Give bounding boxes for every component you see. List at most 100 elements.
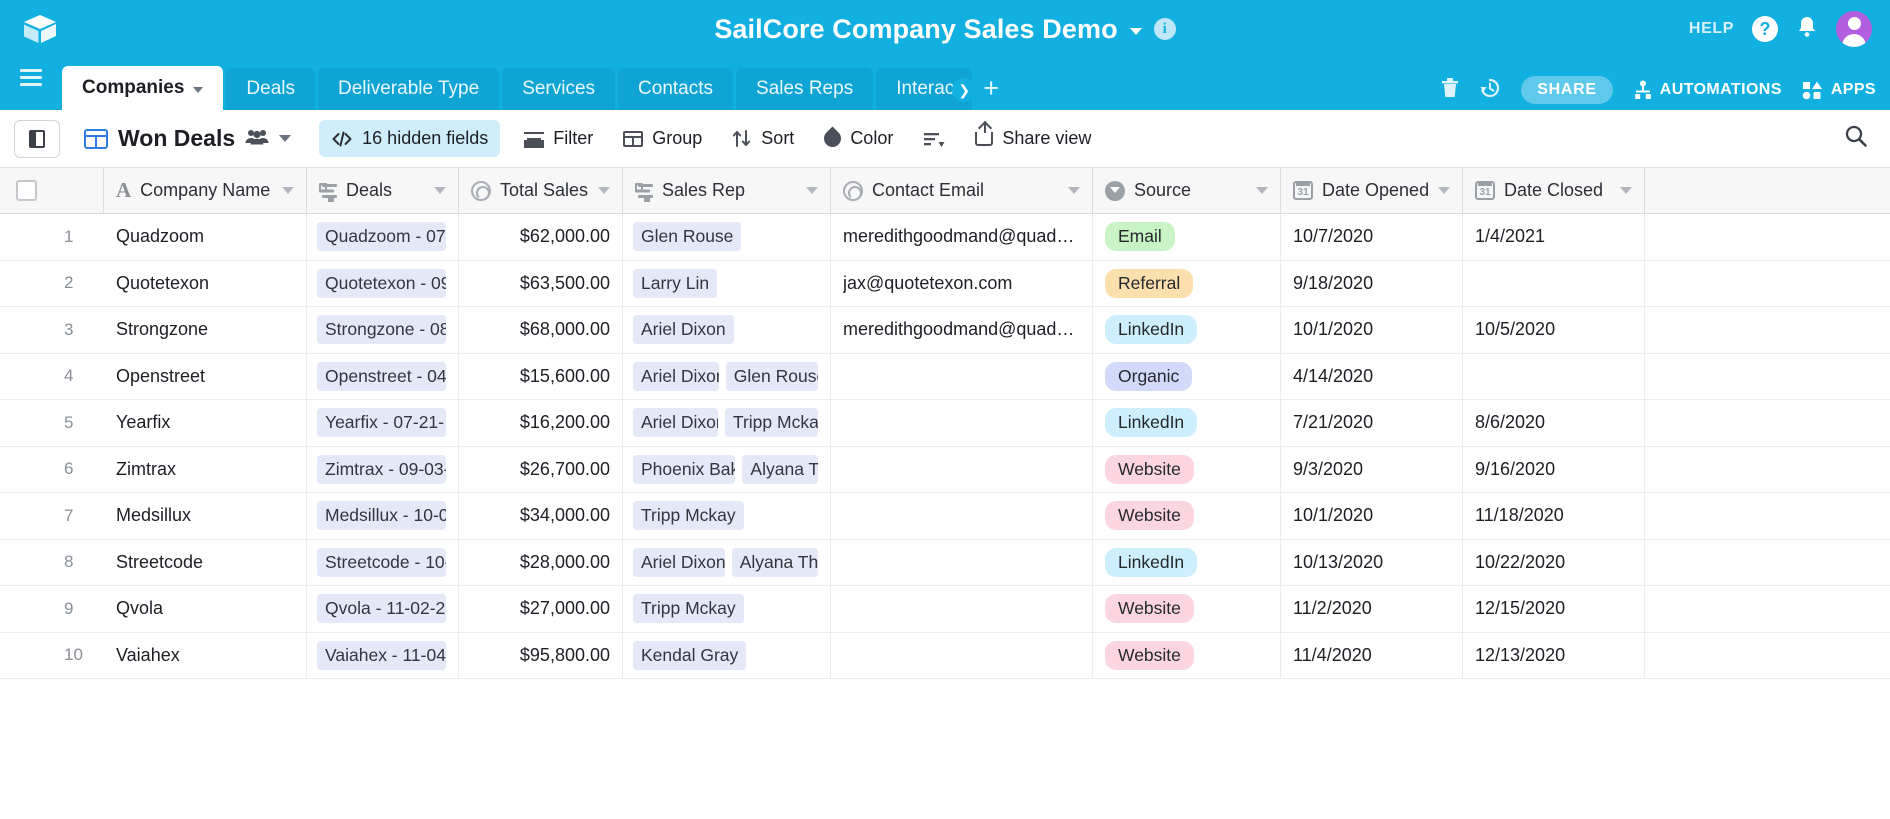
sales-rep-chip[interactable]: Ariel Dixon — [633, 315, 734, 344]
cell-sales-rep[interactable]: Ariel DixonTripp Mckay — [623, 400, 831, 446]
sort-button[interactable]: Sort — [720, 120, 806, 157]
row-checkbox[interactable] — [0, 633, 48, 679]
tab-deals[interactable]: Deals — [226, 68, 315, 110]
sales-rep-chip[interactable]: Alyana Th — [742, 455, 818, 484]
cell-source[interactable]: Website — [1093, 493, 1281, 539]
cell-date-closed[interactable]: 10/22/2020 — [1463, 540, 1645, 586]
cell-contact-email[interactable] — [831, 493, 1093, 539]
row-checkbox[interactable] — [0, 586, 48, 632]
page-title[interactable]: SailCore Company Sales Demo — [714, 14, 1117, 45]
cell-deals[interactable]: Quadzoom - 07- — [307, 214, 459, 260]
cell-company-name[interactable]: Zimtrax — [104, 447, 307, 493]
sales-rep-chip[interactable]: Glen Rouse — [633, 222, 741, 251]
cell-date-opened[interactable]: 9/18/2020 — [1281, 261, 1463, 307]
chevron-down-icon[interactable] — [1256, 187, 1268, 194]
cell-total-sales[interactable]: $95,800.00 — [459, 633, 623, 679]
sales-rep-chip[interactable]: Glen Rouse — [726, 362, 818, 391]
cell-sales-rep[interactable]: Kendal Gray — [623, 633, 831, 679]
table-row[interactable]: 8StreetcodeStreetcode - 10-$28,000.00Ari… — [0, 540, 1890, 587]
row-checkbox[interactable] — [0, 493, 48, 539]
avatar[interactable] — [1836, 11, 1872, 47]
color-button[interactable]: Color — [812, 120, 905, 157]
row-checkbox[interactable] — [0, 447, 48, 493]
row-checkbox[interactable] — [0, 400, 48, 446]
chevron-down-icon[interactable] — [434, 187, 446, 194]
cell-total-sales[interactable]: $27,000.00 — [459, 586, 623, 632]
chevron-down-icon[interactable] — [1068, 187, 1080, 194]
cell-company-name[interactable]: Yearfix — [104, 400, 307, 446]
cell-sales-rep[interactable]: Tripp Mckay — [623, 493, 831, 539]
sidebar-panel-icon[interactable] — [14, 120, 60, 158]
chevron-down-icon[interactable] — [279, 135, 291, 142]
search-icon[interactable] — [1844, 124, 1868, 154]
deal-chip[interactable]: Streetcode - 10- — [317, 548, 446, 577]
select-all-checkbox[interactable] — [0, 168, 104, 213]
sales-rep-chip[interactable]: Kendal Gray — [633, 641, 746, 670]
cell-deals[interactable]: Zimtrax - 09-03- — [307, 447, 459, 493]
current-view-selector[interactable]: Won Deals — [80, 125, 303, 152]
share-button[interactable]: SHARE — [1521, 76, 1613, 104]
table-row[interactable]: 7MedsilluxMedsillux - 10-0$34,000.00Trip… — [0, 493, 1890, 540]
cell-total-sales[interactable]: $28,000.00 — [459, 540, 623, 586]
chevron-down-icon[interactable] — [1130, 28, 1142, 35]
cell-contact-email[interactable] — [831, 400, 1093, 446]
cell-deals[interactable]: Quotetexon - 09 — [307, 261, 459, 307]
sales-rep-chip[interactable]: Tripp Mckay — [633, 501, 744, 530]
table-row[interactable]: 9QvolaQvola - 11-02-2$27,000.00Tripp Mck… — [0, 586, 1890, 633]
cell-date-opened[interactable]: 10/13/2020 — [1281, 540, 1463, 586]
cell-date-closed[interactable] — [1463, 261, 1645, 307]
cell-date-opened[interactable]: 9/3/2020 — [1281, 447, 1463, 493]
cell-total-sales[interactable]: $63,500.00 — [459, 261, 623, 307]
cell-date-closed[interactable]: 1/4/2021 — [1463, 214, 1645, 260]
cell-source[interactable]: LinkedIn — [1093, 307, 1281, 353]
cell-sales-rep[interactable]: Tripp Mckay — [623, 586, 831, 632]
cell-contact-email[interactable] — [831, 540, 1093, 586]
bell-icon[interactable] — [1796, 15, 1818, 44]
cell-source[interactable]: Website — [1093, 633, 1281, 679]
chevron-down-icon[interactable] — [598, 187, 610, 194]
help-icon[interactable]: ? — [1752, 16, 1778, 42]
table-row[interactable]: 1QuadzoomQuadzoom - 07-$62,000.00Glen Ro… — [0, 214, 1890, 261]
hidden-fields-button[interactable]: 16 hidden fields — [319, 120, 500, 157]
column-header-total-sales[interactable]: Total Sales — [459, 168, 623, 213]
cell-contact-email[interactable] — [831, 447, 1093, 493]
help-label[interactable]: HELP — [1689, 20, 1734, 38]
share-view-button[interactable]: Share view — [963, 120, 1103, 157]
cell-sales-rep[interactable]: Ariel DixonAlyana Th — [623, 540, 831, 586]
row-checkbox[interactable] — [0, 540, 48, 586]
cell-date-closed[interactable]: 9/16/2020 — [1463, 447, 1645, 493]
cell-date-opened[interactable]: 7/21/2020 — [1281, 400, 1463, 446]
cell-date-opened[interactable]: 11/2/2020 — [1281, 586, 1463, 632]
chevron-down-icon[interactable] — [1620, 187, 1632, 194]
deal-chip[interactable]: Medsillux - 10-0 — [317, 501, 446, 530]
tab-interactions[interactable]: Interactions ❯ — [876, 68, 972, 110]
cell-date-opened[interactable]: 11/4/2020 — [1281, 633, 1463, 679]
cell-company-name[interactable]: Medsillux — [104, 493, 307, 539]
tab-sales-reps[interactable]: Sales Reps — [736, 68, 873, 110]
deal-chip[interactable]: Yearfix - 07-21- — [317, 408, 446, 437]
tab-deliverable-type[interactable]: Deliverable Type — [318, 68, 499, 110]
cell-sales-rep[interactable]: Ariel DixonGlen Rouse — [623, 354, 831, 400]
cell-contact-email[interactable]: jax@quotetexon.com — [831, 261, 1093, 307]
column-header-date-opened[interactable]: 31 Date Opened — [1281, 168, 1463, 213]
row-checkbox[interactable] — [0, 354, 48, 400]
filter-button[interactable]: Filter — [512, 120, 605, 157]
row-checkbox[interactable] — [0, 214, 48, 260]
cell-total-sales[interactable]: $62,000.00 — [459, 214, 623, 260]
cell-date-closed[interactable]: 10/5/2020 — [1463, 307, 1645, 353]
sales-rep-chip[interactable]: Larry Lin — [633, 269, 717, 298]
column-header-sales-rep[interactable]: Sales Rep — [623, 168, 831, 213]
cell-company-name[interactable]: Openstreet — [104, 354, 307, 400]
info-icon[interactable]: i — [1154, 18, 1176, 40]
chevron-right-icon[interactable]: ❯ — [952, 78, 972, 102]
cell-contact-email[interactable] — [831, 586, 1093, 632]
cell-deals[interactable]: Qvola - 11-02-2 — [307, 586, 459, 632]
cell-contact-email[interactable] — [831, 633, 1093, 679]
cell-date-closed[interactable]: 11/18/2020 — [1463, 493, 1645, 539]
cell-deals[interactable]: Vaiahex - 11-04- — [307, 633, 459, 679]
cell-company-name[interactable]: Strongzone — [104, 307, 307, 353]
cell-source[interactable]: Website — [1093, 586, 1281, 632]
cell-date-opened[interactable]: 10/1/2020 — [1281, 307, 1463, 353]
table-row[interactable]: 3StrongzoneStrongzone - 08$68,000.00Arie… — [0, 307, 1890, 354]
cell-date-opened[interactable]: 10/7/2020 — [1281, 214, 1463, 260]
